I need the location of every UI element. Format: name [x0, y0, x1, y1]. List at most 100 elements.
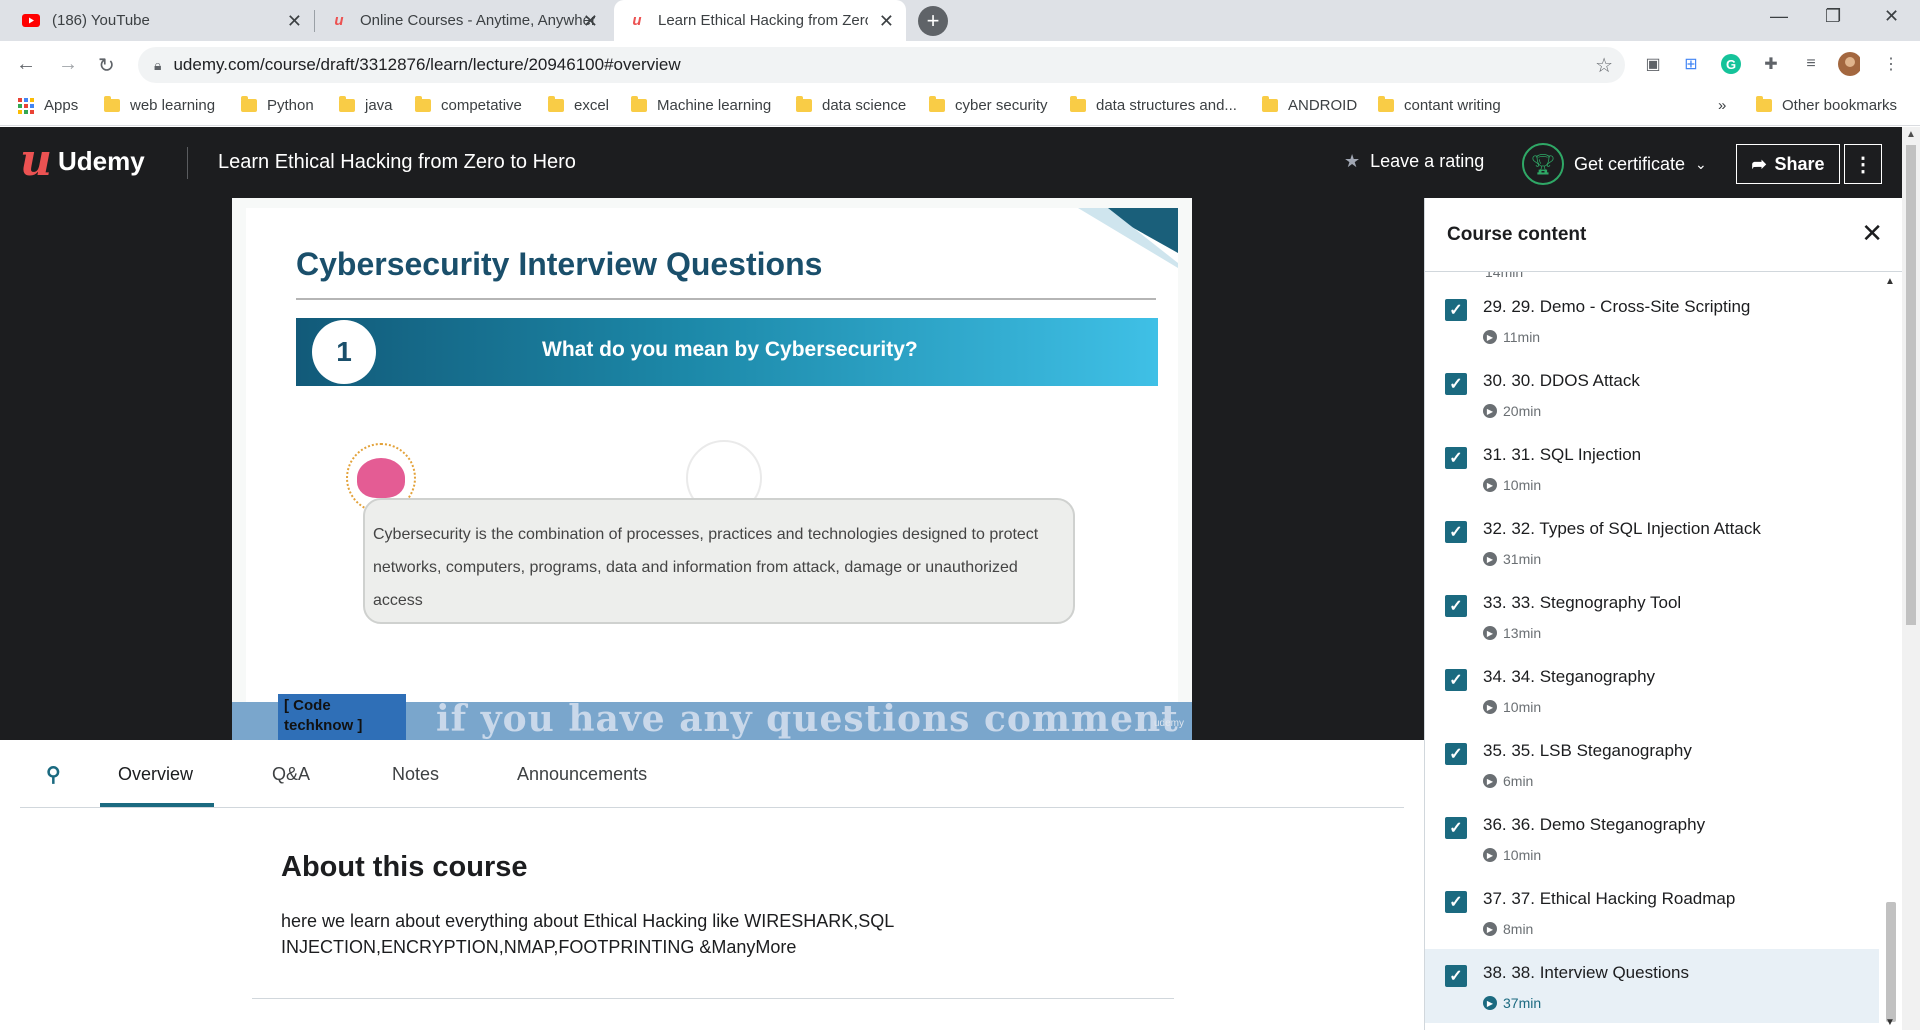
lecture-item[interactable]: ✓ 33. 33. Stegnography Tool ▶ 13min: [1425, 579, 1879, 653]
chevron-down-icon: ⌄: [1695, 155, 1707, 172]
lecture-item[interactable]: ✓ 31. 31. SQL Injection ▶ 10min: [1425, 431, 1879, 505]
lecture-item[interactable]: ✓ 34. 34. Steganography ▶ 10min: [1425, 653, 1879, 727]
bookmark-folder[interactable]: Python: [241, 96, 314, 114]
bookmark-other[interactable]: Other bookmarks: [1756, 96, 1897, 114]
checkbox-checked-icon[interactable]: ✓: [1445, 521, 1467, 543]
media-control-icon[interactable]: ≡: [1800, 53, 1822, 75]
sidebar-header: Course content ✕: [1425, 198, 1902, 272]
bookmark-folder[interactable]: contant writing: [1378, 96, 1501, 114]
translate-icon[interactable]: ⊞: [1680, 53, 1702, 75]
play-icon: ▶: [1483, 626, 1497, 640]
youtube-icon: [22, 12, 40, 30]
reload-icon[interactable]: ↻: [98, 53, 115, 78]
scroll-up-arrow-icon[interactable]: ▲: [1885, 276, 1895, 287]
slide-corner-decoration: [1078, 208, 1178, 268]
bookmark-folder[interactable]: web learning: [104, 96, 215, 114]
checkbox-checked-icon[interactable]: ✓: [1445, 669, 1467, 691]
folder-icon: [631, 96, 647, 112]
lecture-item-current[interactable]: ✓ 38. 38. Interview Questions ▶ 37min: [1425, 949, 1879, 1023]
grammarly-icon[interactable]: G: [1720, 53, 1742, 75]
tab-overview[interactable]: Overview: [118, 764, 193, 785]
lecture-item[interactable]: ✓ 30. 30. DDOS Attack ▶ 20min: [1425, 357, 1879, 431]
checkbox-checked-icon[interactable]: ✓: [1445, 447, 1467, 469]
play-icon: ▶: [1483, 552, 1497, 566]
video-player[interactable]: Cybersecurity Interview Questions 1 What…: [0, 198, 1424, 740]
close-tab-icon[interactable]: ✕: [287, 11, 302, 32]
lecture-item[interactable]: ✓ 32. 32. Types of SQL Injection Attack …: [1425, 505, 1879, 579]
lecture-slide: Cybersecurity Interview Questions 1 What…: [232, 198, 1192, 740]
bookmark-folder[interactable]: competative: [415, 96, 522, 114]
browser-tab-bar: (186) YouTube ✕ u Online Courses - Anyti…: [0, 0, 1920, 41]
share-button[interactable]: ➦ Share: [1736, 144, 1840, 184]
page-scrollbar[interactable]: ▲: [1902, 127, 1920, 1030]
cast-icon[interactable]: ▣: [1642, 53, 1664, 75]
udemy-watermark: udemy: [1153, 718, 1184, 729]
get-certificate-button[interactable]: 🏆︎ Get certificate ⌄: [1522, 143, 1707, 185]
close-icon[interactable]: ✕: [1861, 218, 1883, 249]
sidebar-scrollbar[interactable]: ▲ ▼: [1879, 272, 1902, 1030]
restore-icon[interactable]: ❐: [1825, 6, 1841, 27]
extensions-puzzle-icon[interactable]: ✚: [1760, 53, 1782, 75]
about-course-text: here we learn about everything about Eth…: [281, 911, 894, 957]
browser-menu-icon[interactable]: ⋮: [1880, 53, 1902, 75]
new-tab-button[interactable]: +: [918, 6, 948, 36]
lecture-item[interactable]: ✓ 37. 37. Ethical Hacking Roadmap ▶ 8min: [1425, 875, 1879, 949]
udemy-favicon-icon: u: [632, 12, 642, 29]
folder-icon: [104, 96, 120, 112]
bookmark-folder[interactable]: data structures and...: [1070, 96, 1237, 114]
play-icon: ▶: [1483, 848, 1497, 862]
tab-youtube[interactable]: (186) YouTube ✕: [8, 0, 314, 41]
address-bar[interactable]: 🔒︎ udemy.com/course/draft/3312876/learn/…: [138, 47, 1625, 83]
checkbox-checked-icon[interactable]: ✓: [1445, 299, 1467, 321]
close-tab-icon[interactable]: ✕: [583, 11, 598, 32]
bookmark-folder[interactable]: ANDROID: [1262, 96, 1357, 114]
course-content-sidebar: Course content ✕ 14min ✓ 29. 29. Demo - …: [1424, 198, 1902, 1030]
course-title-link[interactable]: Learn Ethical Hacking from Zero to Hero: [218, 151, 576, 174]
tab-learn-ethical-hacking[interactable]: u Learn Ethical Hacking from Zero to Her…: [614, 0, 906, 41]
tab-qa[interactable]: Q&A: [272, 764, 310, 785]
about-course-heading: About this course: [281, 851, 528, 883]
question-banner: 1 What do you mean by Cybersecurity?: [296, 318, 1158, 386]
tab-separator: [314, 10, 315, 32]
trophy-icon: 🏆︎: [1522, 143, 1564, 185]
bookmark-apps[interactable]: Apps: [18, 97, 78, 114]
section-divider: [252, 998, 1174, 999]
checkbox-checked-icon[interactable]: ✓: [1445, 891, 1467, 913]
scroll-down-arrow-icon[interactable]: ▼: [1885, 1017, 1895, 1028]
scroll-up-arrow-icon[interactable]: ▲: [1906, 129, 1916, 140]
back-arrow-icon[interactable]: ←: [16, 53, 36, 76]
bookmark-star-icon[interactable]: ☆: [1595, 53, 1613, 78]
more-bookmarks-chevron[interactable]: »: [1718, 97, 1726, 114]
checkbox-checked-icon[interactable]: ✓: [1445, 965, 1467, 987]
profile-avatar-icon[interactable]: [1838, 52, 1860, 76]
forward-arrow-icon[interactable]: →: [58, 53, 78, 76]
close-tab-icon[interactable]: ✕: [879, 11, 894, 32]
checkbox-checked-icon[interactable]: ✓: [1445, 743, 1467, 765]
udemy-logo[interactable]: u Udemy: [20, 139, 145, 183]
bookmark-folder[interactable]: excel: [548, 96, 609, 114]
checkbox-checked-icon[interactable]: ✓: [1445, 817, 1467, 839]
lecture-item[interactable]: ✓ 29. 29. Demo - Cross-Site Scripting ▶ 1…: [1425, 283, 1879, 357]
bookmark-folder[interactable]: data science: [796, 96, 906, 114]
tab-notes[interactable]: Notes: [392, 764, 439, 785]
checkbox-checked-icon[interactable]: ✓: [1445, 595, 1467, 617]
header-divider: [187, 147, 188, 179]
tab-announcements[interactable]: Announcements: [517, 764, 647, 785]
checkbox-checked-icon[interactable]: ✓: [1445, 373, 1467, 395]
folder-icon: [548, 96, 564, 112]
more-options-button[interactable]: ⋮: [1844, 144, 1882, 184]
bookmark-folder[interactable]: Machine learning: [631, 96, 771, 114]
folder-icon: [1262, 96, 1278, 112]
bookmark-folder[interactable]: java: [339, 96, 393, 114]
bookmark-folder[interactable]: cyber security: [929, 96, 1048, 114]
lecture-item[interactable]: ✓ 36. 36. Demo Steganography ▶ 10min: [1425, 801, 1879, 875]
scrollbar-thumb[interactable]: [1906, 145, 1916, 625]
minimize-icon[interactable]: —: [1770, 6, 1788, 27]
leave-rating-button[interactable]: ★ Leave a rating: [1344, 151, 1484, 172]
question-text: What do you mean by Cybersecurity?: [542, 338, 918, 361]
lecture-item[interactable]: ✓ 35. 35. LSB Steganography ▶ 6min: [1425, 727, 1879, 801]
close-window-icon[interactable]: ✕: [1884, 6, 1899, 27]
tab-online-courses[interactable]: u Online Courses - Anytime, Anywhere ✕: [316, 0, 610, 41]
scrollbar-thumb[interactable]: [1886, 902, 1896, 1022]
search-icon[interactable]: ⚲: [46, 762, 61, 787]
